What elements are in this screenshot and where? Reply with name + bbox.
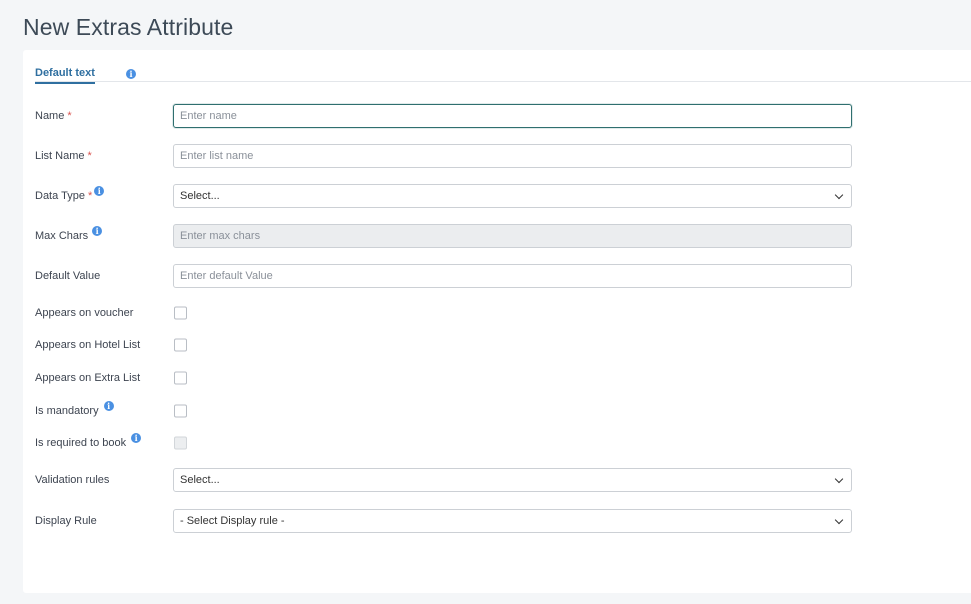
chevron-down-icon [834,515,844,525]
info-icon[interactable]: i [131,433,142,443]
info-icon[interactable]: i [103,401,114,411]
list-name-label: List Name * [35,150,92,162]
tab-bar: Default text i [35,67,971,84]
name-row: Name * [35,104,852,128]
data-type-label: Data Type * i [35,186,105,202]
appears-on-hotel-list-row: Appears on Hotel List [35,333,852,357]
default-value-label: Default Value [35,270,101,282]
is-required-to-book-checkbox [174,436,187,450]
name-input[interactable] [173,104,852,128]
validation-rules-value: Select... [180,474,220,486]
list-name-row: List Name * [35,144,852,168]
chevron-down-icon [834,474,844,484]
chevron-down-icon [834,190,844,200]
data-type-value: Select... [180,190,220,202]
required-marker: * [87,190,93,202]
appears-on-hotel-list-checkbox[interactable] [174,338,187,352]
display-rule-label: Display Rule [35,515,97,527]
is-required-to-book-row: Is required to book i [35,431,852,455]
info-icon[interactable]: i [94,186,105,196]
appears-on-voucher-label: Appears on voucher [35,307,134,319]
appears-on-extra-list-checkbox[interactable] [174,371,187,385]
validation-rules-label: Validation rules [35,474,110,486]
info-icon[interactable]: i [126,69,136,79]
appears-on-voucher-row: Appears on voucher [35,301,852,325]
required-marker: * [87,150,92,162]
max-chars-row: Max Chars i [35,224,852,248]
validation-rules-select[interactable]: Select... [173,468,852,492]
display-rule-select[interactable]: - Select Display rule - [173,509,852,533]
appears-on-hotel-list-label: Appears on Hotel List [35,339,141,351]
tab-default-text[interactable]: Default text [35,67,95,84]
data-type-select[interactable]: Select... [173,184,852,208]
appears-on-extra-list-label: Appears on Extra List [35,372,141,384]
is-mandatory-label: Is mandatory i [35,401,114,417]
is-required-to-book-label: Is required to book i [35,433,142,449]
info-icon[interactable]: i [92,226,103,236]
name-label: Name * [35,110,72,122]
is-mandatory-checkbox[interactable] [174,404,187,418]
max-chars-label: Max Chars i [35,226,103,242]
validation-rules-row: Validation rules Select... [35,468,852,492]
default-value-row: Default Value [35,264,852,288]
max-chars-input [173,224,852,248]
default-value-input[interactable] [173,264,852,288]
display-rule-row: Display Rule - Select Display rule - [35,509,852,533]
required-marker: * [67,110,72,122]
appears-on-voucher-checkbox[interactable] [174,306,187,320]
data-type-row: Data Type * i Select... [35,184,852,208]
page-title: New Extras Attribute [23,14,234,40]
appears-on-extra-list-row: Appears on Extra List [35,366,852,390]
is-mandatory-row: Is mandatory i [35,399,852,423]
form-panel: Default text i Name* List Name* Data Typ… [23,50,971,593]
display-rule-value: - Select Display rule - [180,515,285,527]
list-name-input[interactable] [173,144,852,168]
